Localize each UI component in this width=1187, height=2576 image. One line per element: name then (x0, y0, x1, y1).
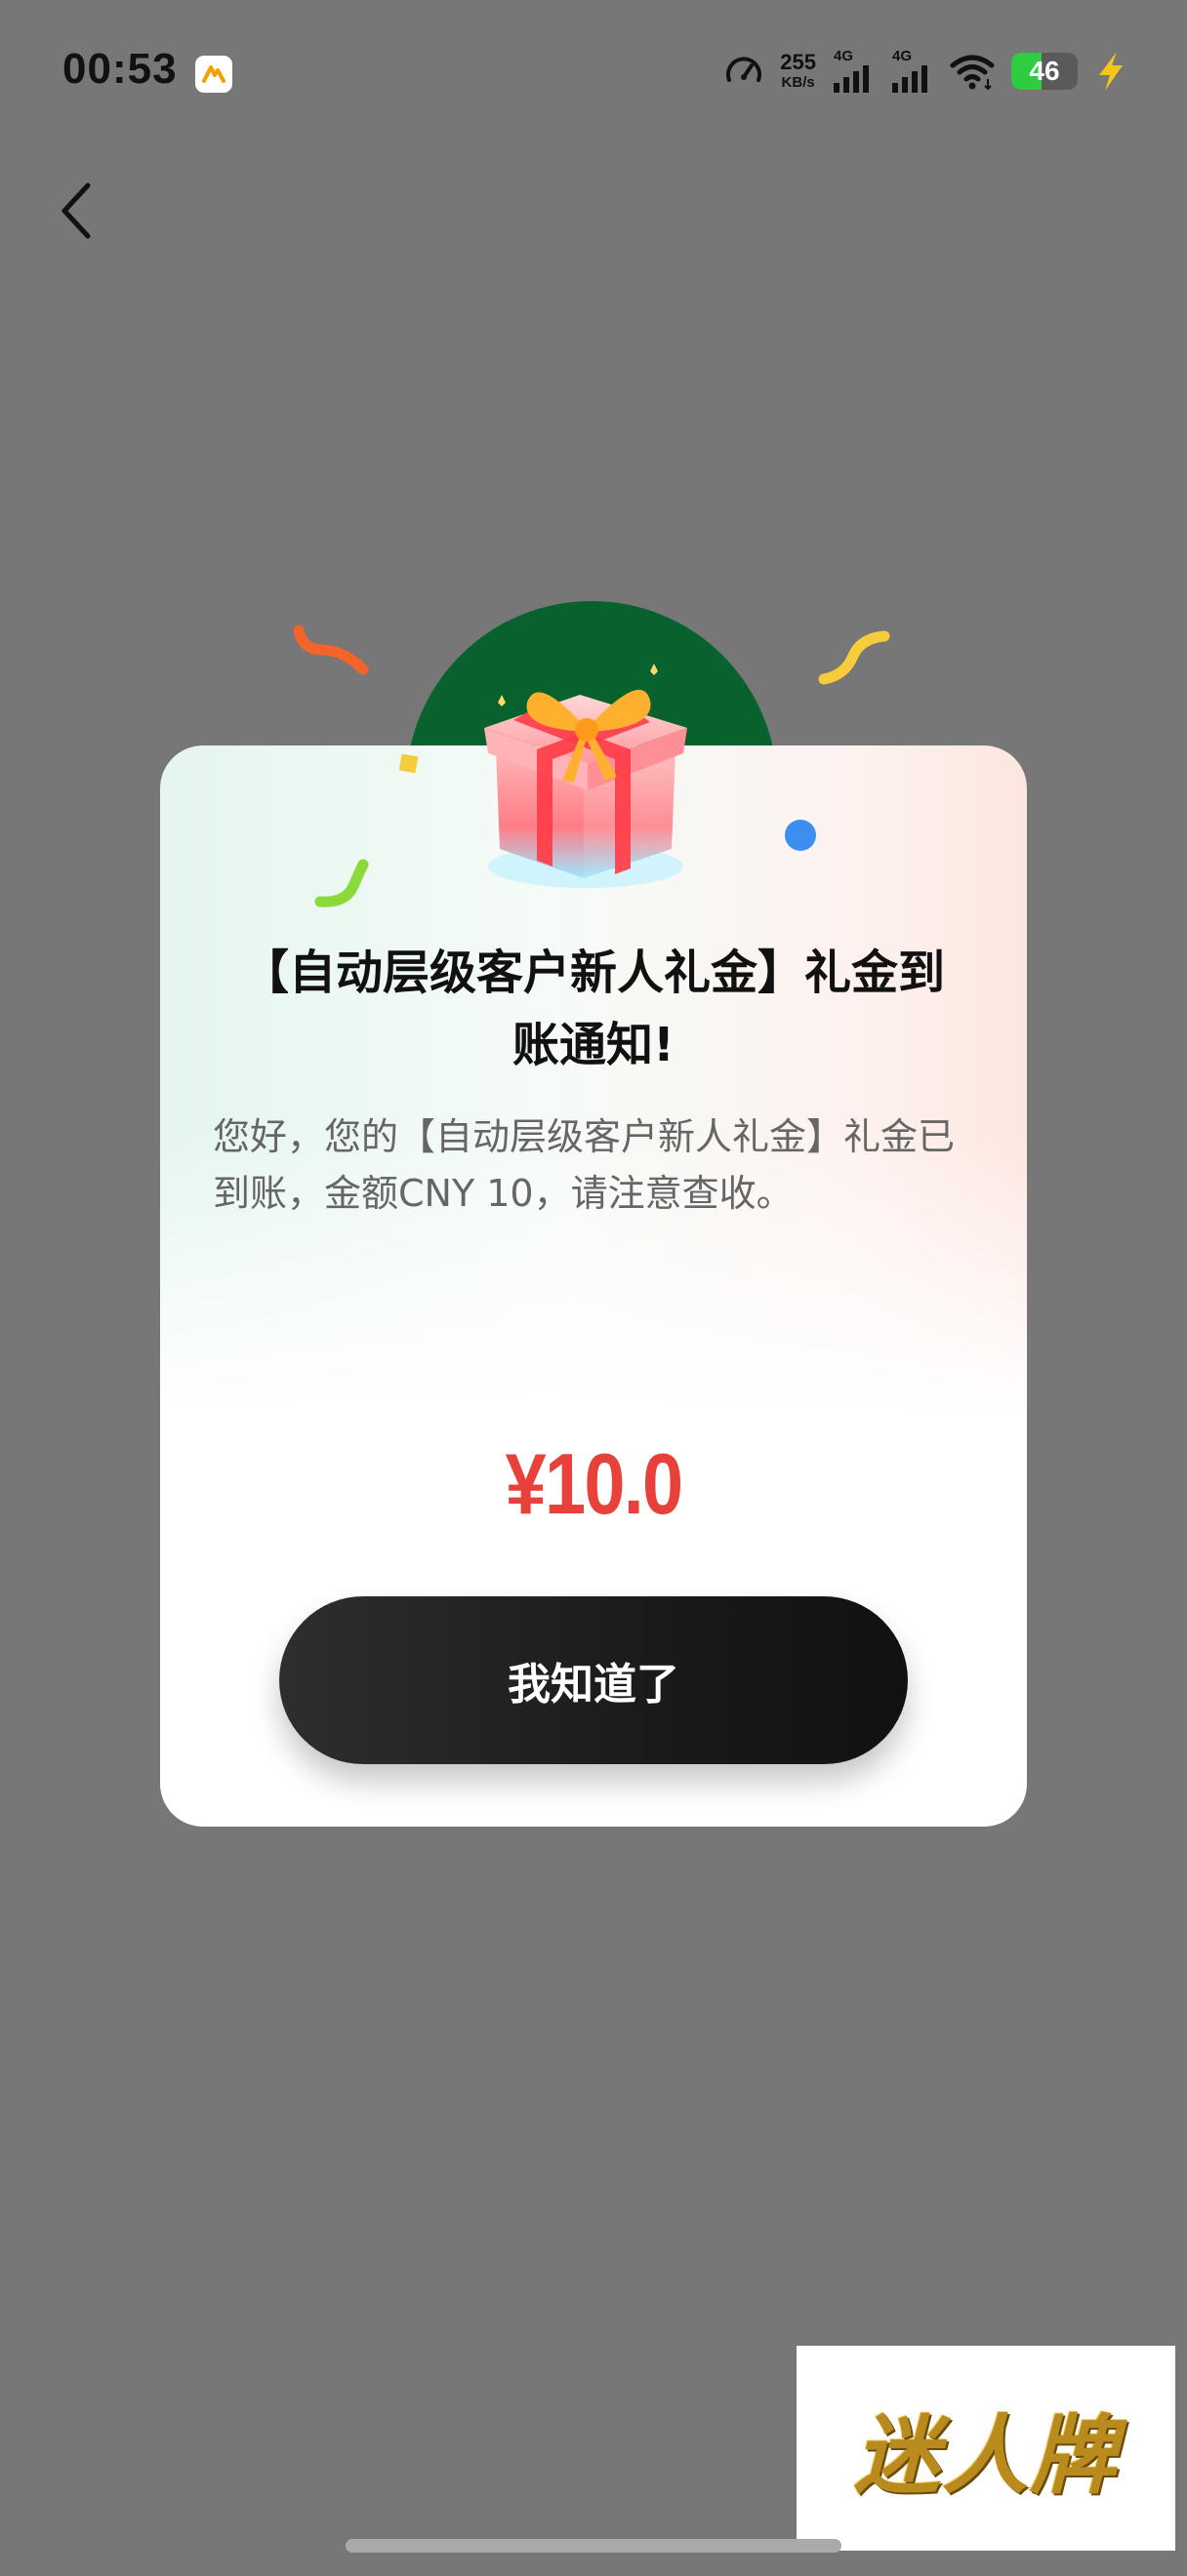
charging-bolt-icon (1099, 51, 1123, 91)
back-button[interactable] (47, 176, 105, 246)
gift-box-icon (484, 664, 687, 888)
confirm-button[interactable]: 我知道了 (279, 1596, 908, 1764)
confetti-dot (785, 820, 816, 851)
confetti-orange (293, 624, 369, 675)
signal-icon (834, 65, 869, 93)
status-time: 00:53 (62, 45, 178, 93)
status-bar: 00:53 255 KB/s 4G 4G 46 (0, 0, 1187, 146)
battery-level: 46 (1029, 55, 1060, 86)
network-speed-unit: KB/s (781, 74, 815, 91)
speed-gauge-icon (726, 57, 762, 82)
network-speed: 255 KB/s (780, 50, 816, 91)
sim2-signal: 4G (890, 49, 933, 93)
confetti-square (398, 753, 419, 774)
confetti-green (314, 859, 369, 907)
dialog-message: 您好，您的【自动层级客户新人礼金】礼金已到账，金额CNY 10，请注意查收。 (213, 1115, 956, 1215)
network-speed-value: 255 (780, 50, 816, 74)
watermark-text: 迷人牌 (853, 2403, 1118, 2506)
home-indicator[interactable] (346, 2539, 841, 2553)
sim1-signal: 4G (832, 49, 875, 93)
confetti-yellow (818, 630, 890, 685)
sim1-network-type: 4G (834, 48, 854, 64)
signal-icon (892, 65, 927, 93)
battery-icon: 46 (1011, 52, 1078, 90)
wifi-icon (950, 55, 995, 90)
chevron-left-icon (61, 182, 91, 239)
watermark-logo: 迷人牌 (797, 2346, 1175, 2551)
gift-amount: ¥10.0 (505, 1435, 684, 1532)
status-icons: 255 KB/s 4G 4G 46 (723, 49, 1128, 93)
app-notification-icon (195, 56, 232, 93)
sim2-network-type: 4G (892, 48, 913, 64)
dialog-title: 【自动层级客户新人礼金】礼金到账通知! (241, 946, 945, 1072)
